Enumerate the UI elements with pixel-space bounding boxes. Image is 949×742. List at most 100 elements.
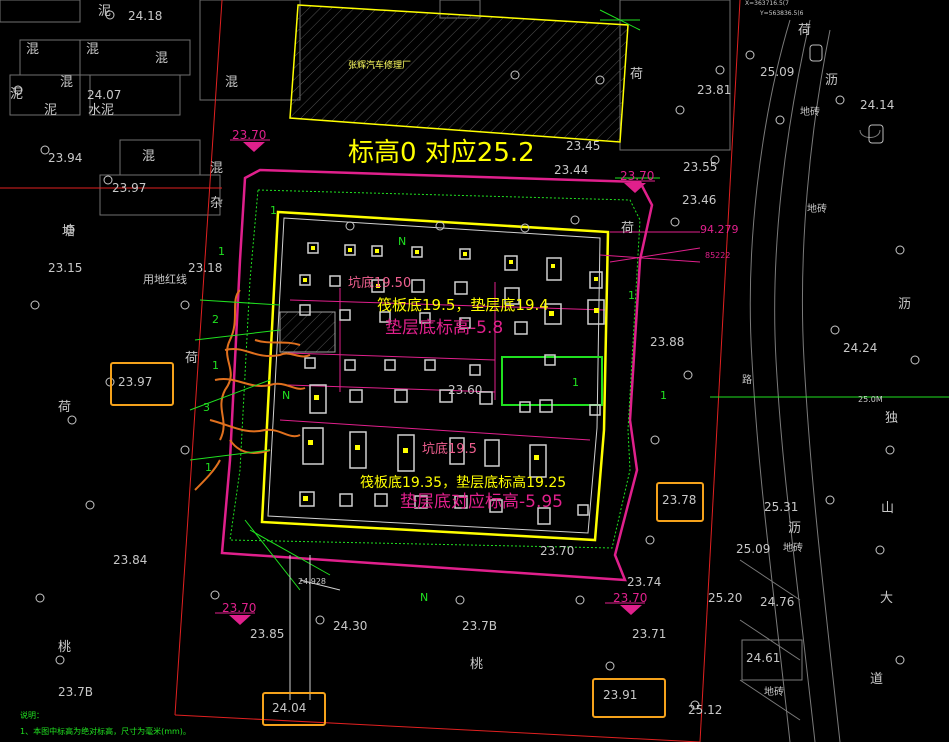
ground-material-label: 混 [86,42,100,57]
elevation-label: 24.24 [843,341,878,355]
slope-mark: 1 [212,359,219,372]
lower-pit-bottom-label: 坑底19.5 [422,442,477,457]
slope-mark: 3 [203,401,210,414]
elevation-label: 24.14 [860,98,895,112]
ground-material-label: 山 [881,501,895,516]
slope-mark: N [420,591,429,604]
ground-material-label: 地砖 [800,107,820,118]
ground-material-label: 混 [225,75,239,90]
elevation-label: 23.71 [632,627,667,641]
elevation-label: 25.09 [760,65,795,79]
ground-material-label: 地砖 [783,543,803,554]
elevation-label: 23.46 [682,193,717,207]
slope-mark: 1 [572,376,579,389]
ground-material-label: 道 [870,672,884,687]
level-triangles [229,142,646,625]
slope-mark: 1 [628,289,635,302]
ground-material-label: 水泥 [88,103,115,118]
highlighted-elevation: 23.91 [603,688,638,702]
elevation-label: 24.07 [87,88,122,102]
redline-label: 用地红线 [143,273,187,286]
notes-title: 说明： [20,711,44,720]
elevation-label: 25.0M [858,395,883,404]
elevation-label: 24.30 [333,619,368,633]
highlighted-elevation: 23.97 [118,375,153,389]
lower-cushion-label: 垫层底对应标高-5.95 [400,492,563,512]
slope-mark: 1 [205,461,212,474]
elevation-label: 25.20 [708,591,743,605]
ground-material-label: 混 [155,51,169,66]
elevation-label: 24.61 [746,651,781,665]
elevation-label: 23.55 [683,160,718,174]
ground-material-label: 荷 [621,221,635,236]
ground-material-label: 地砖 [807,204,827,215]
ground-material-label: 泥 [44,103,58,118]
level-marker: 23.70 [232,128,267,142]
road-posts [809,44,884,144]
elevation-label: 24.18 [128,9,163,23]
ground-material-label: 荷 [58,400,72,415]
elevation-label: 24.76 [760,595,795,609]
elevation-label: 25.31 [764,500,799,514]
ground-material-label: 沥 [825,73,839,88]
ground-material-label: 桃 [470,657,484,672]
slope-mark: 1 [660,389,667,402]
slope-mark: 1 [218,245,225,258]
elevation-label: 23.18 [188,261,223,275]
elevation-label: 23.7B [58,685,93,699]
elevation-label: 23.85 [250,627,285,641]
lower-raft-label: 筏板底19.35，垫层底标高19.25 [360,475,567,491]
ground-material-label: 混 [60,75,74,90]
elevation-label: 23.45 [566,139,601,153]
ground-material-label: 荷 [185,351,199,366]
elevation-label: 85222 [705,251,731,260]
elevation-label: 23.94 [48,151,83,165]
ground-material-label: 沥 [898,297,912,312]
elevation-label: 94.279 [700,223,739,236]
highlighted-elevation: 23.78 [662,493,697,507]
ground-material-label: 塘 [62,224,76,239]
ground-material-label: 荷 [630,67,644,82]
level-marker: 23.70 [620,169,655,183]
green-subarea [501,356,603,406]
level-marker: 23.70 [613,591,648,605]
highlighted-elevation: 24.04 [272,701,307,715]
elevation-label: 23.74 [627,575,662,589]
elevation-label: 23.60 [448,383,483,397]
main-elevation-title: 标高0 对应25.2 [348,138,535,168]
elevation-label: 23.7B [462,619,497,633]
upper-pit-bottom-label: 坑底19.50 [348,276,412,291]
ground-material-label: 沥 [788,521,802,536]
elevation-label: 24.928 [298,577,326,586]
ground-material-label: 泥 [98,4,112,19]
ground-material-label: 大 [880,591,894,606]
coord-top-2: Y=563836.5(6 [760,10,804,17]
ground-material-label: 泥 [10,87,24,102]
notes-line: 1、本图中标高为绝对标高，尺寸为毫米(mm)。 [20,727,191,736]
elevation-label: 23.88 [650,335,685,349]
upper-cushion-label: 垫层底标高-5.8 [385,318,504,338]
elevation-label: 23.81 [697,83,732,97]
elevation-label: 23.44 [554,163,589,177]
ground-material-label: 混 [26,42,40,57]
elevation-label: 23.70 [540,544,575,558]
coord-top-1: X=363716.5(7 [745,0,789,7]
ground-material-label: 独 [885,411,899,426]
elevation-label: 23.84 [113,553,148,567]
level-marker: 23.70 [222,601,257,615]
ground-material-label: 地砖 [764,687,784,698]
ground-material-label: 杂 [210,196,224,211]
hatched-block [279,311,336,353]
ground-material-label: 路 [742,375,752,386]
ground-material-label: 混 [210,161,224,176]
cad-drawing-canvas[interactable]: { "main_title": "标高0 对应25.2", "building_… [0,0,949,742]
road-edges [749,19,881,742]
ground-material-label: 混 [142,149,156,164]
elevation-label: 23.97 [112,181,147,195]
ground-material-label: 荷 [798,23,812,38]
slope-mark: 2 [212,313,219,326]
garage-label: 张辉汽车修理厂 [348,61,412,71]
elevation-label: 25.09 [736,542,771,556]
elevation-label: 25.12 [688,703,723,717]
elevation-label: 23.15 [48,261,83,275]
